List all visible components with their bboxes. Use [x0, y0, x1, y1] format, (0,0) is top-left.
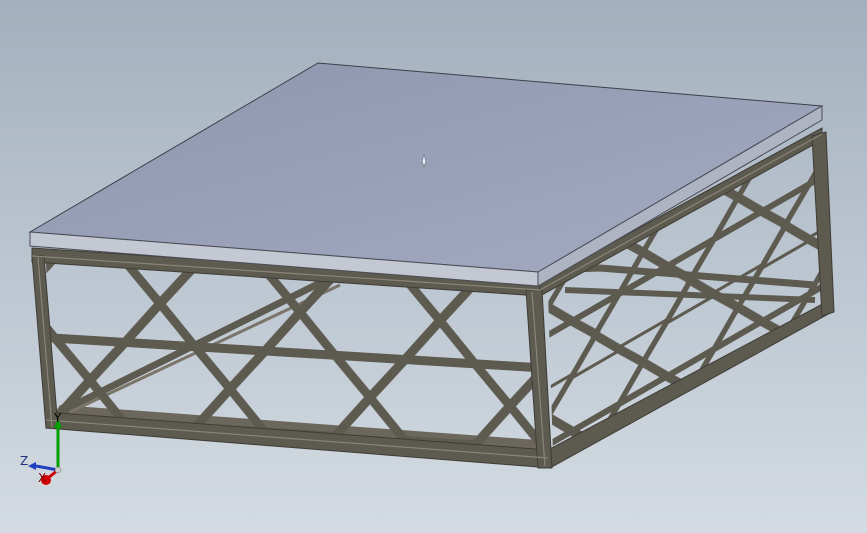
x-axis-label: X: [38, 471, 47, 485]
model-view[interactable]: [0, 0, 867, 533]
orientation-triad[interactable]: Y Z X: [18, 412, 78, 492]
y-axis-label: Y: [54, 411, 62, 425]
graphics-viewport[interactable]: [0, 0, 867, 533]
triad-axes: [28, 418, 62, 485]
z-axis-arrow: [35, 464, 59, 472]
z-axis-label: Z: [20, 454, 29, 468]
